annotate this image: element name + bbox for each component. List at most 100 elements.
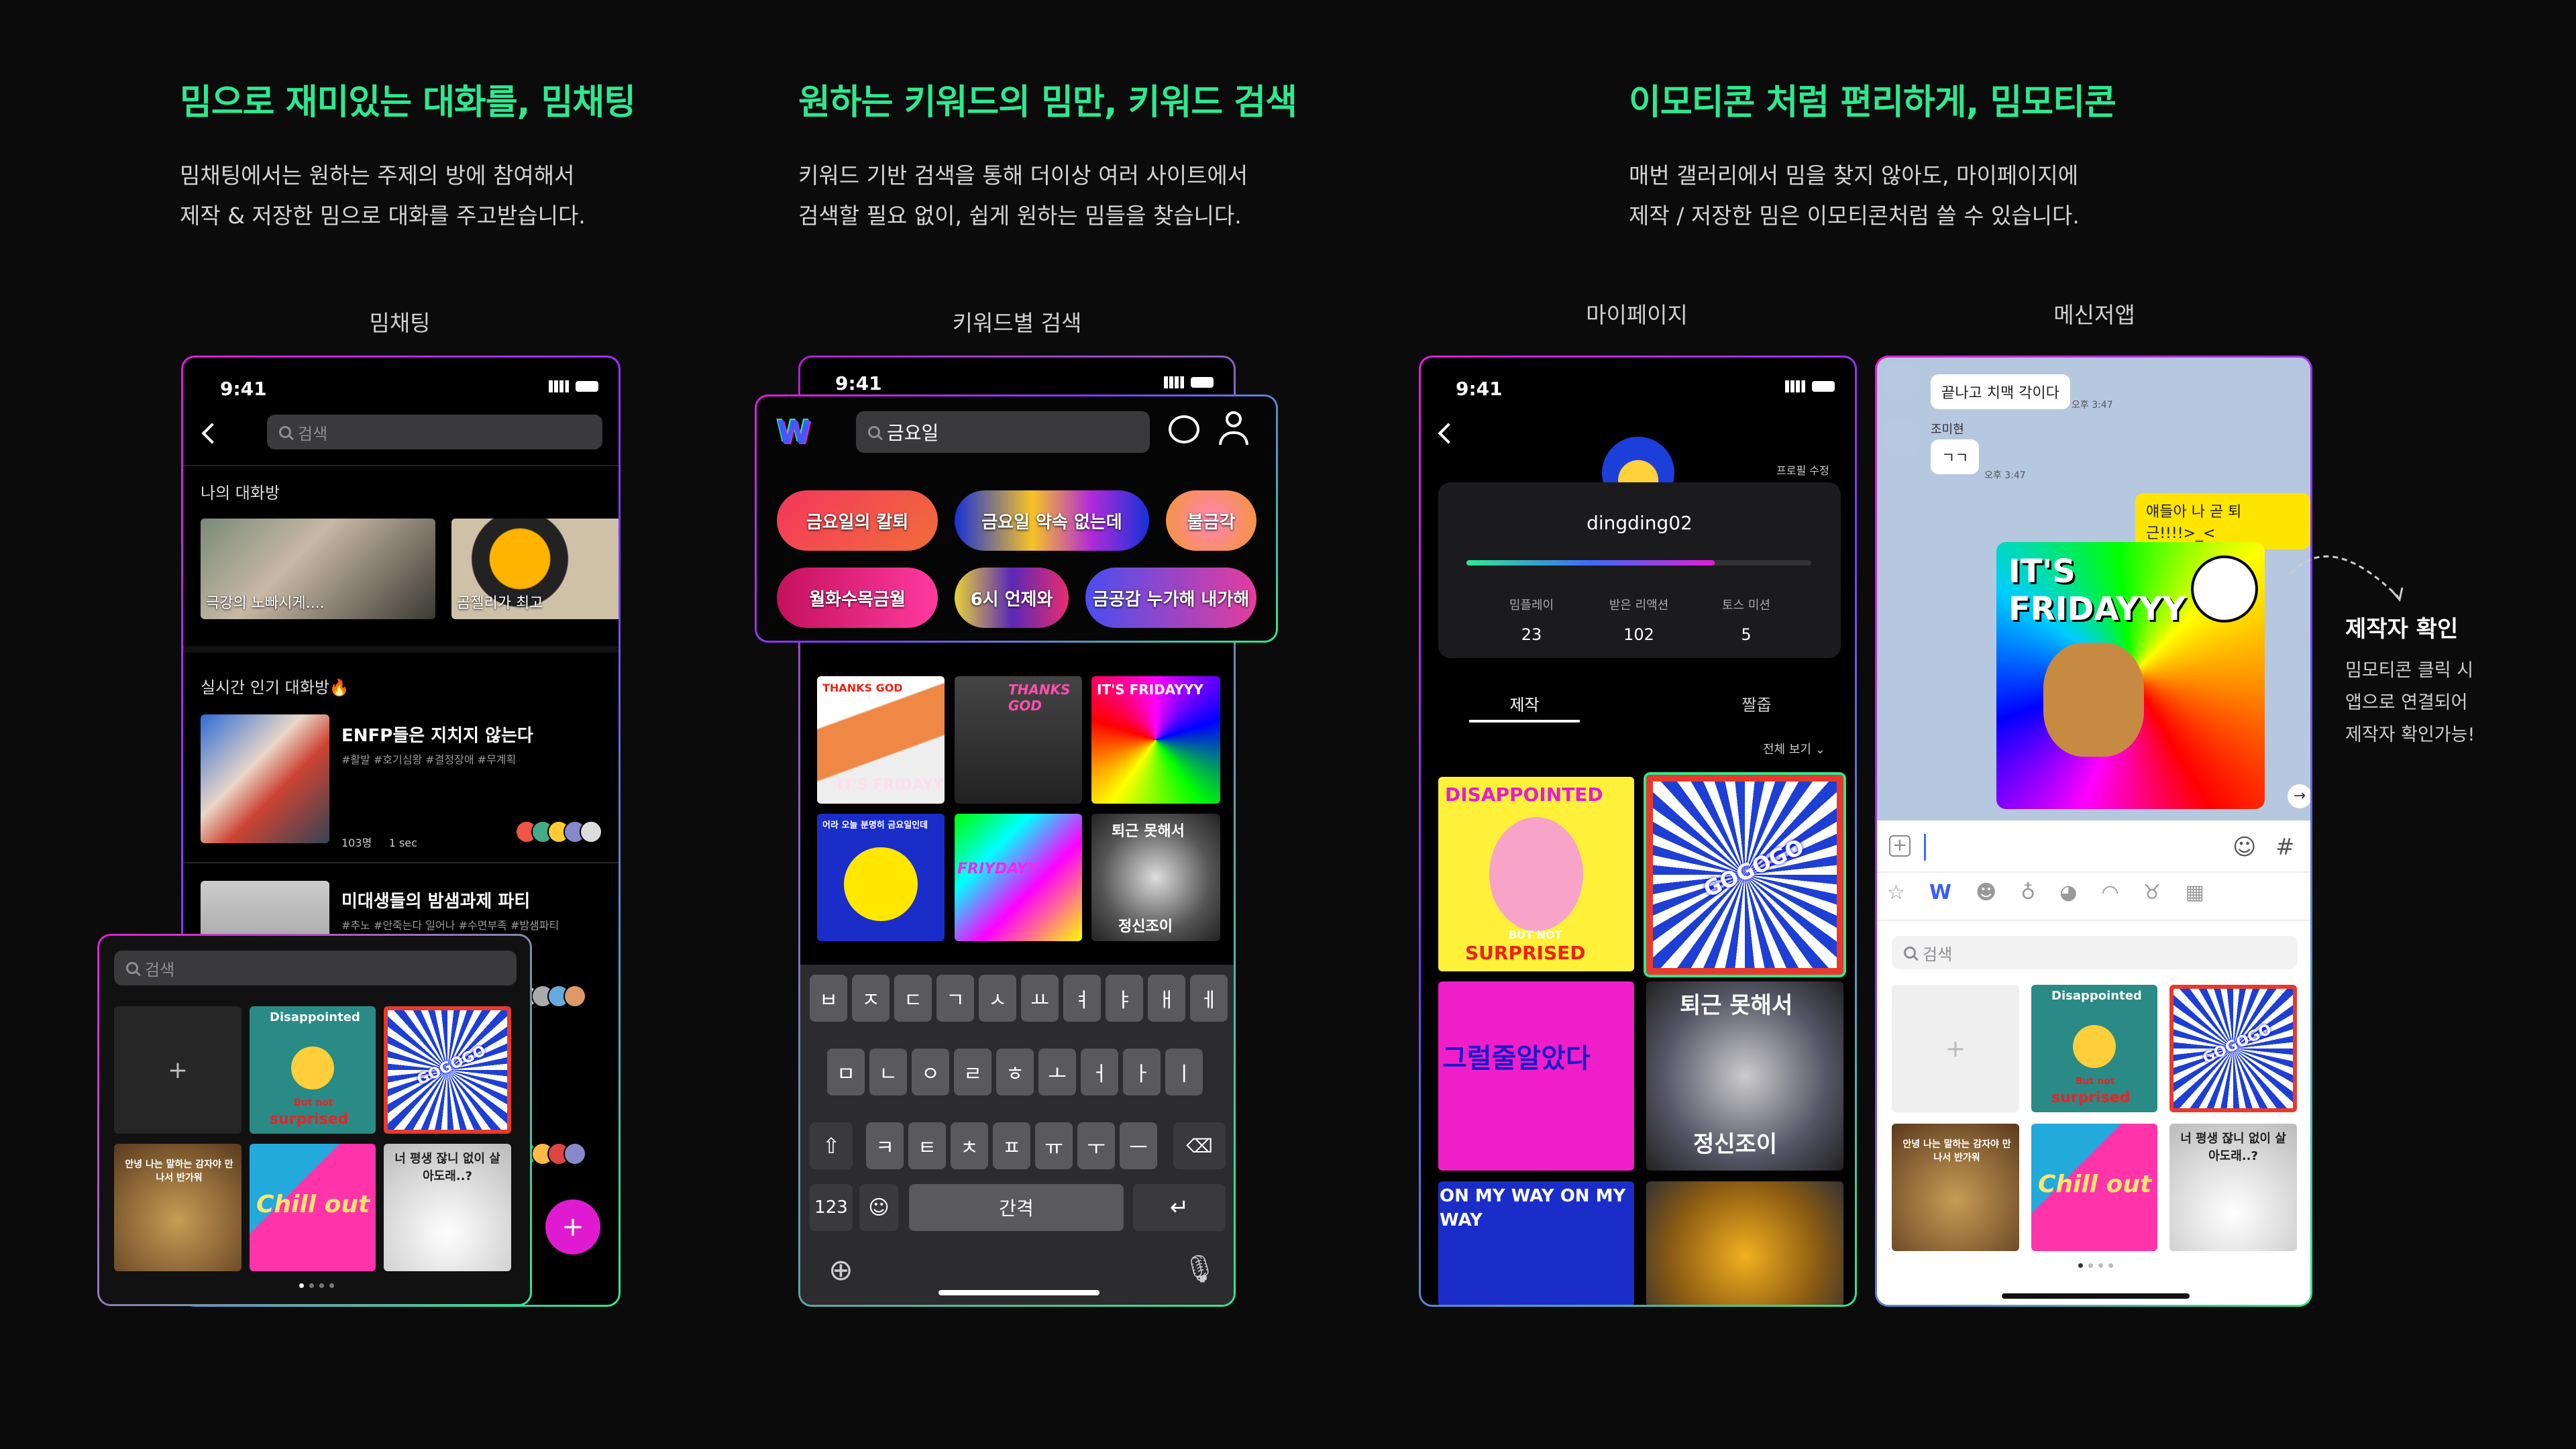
keyboard-key[interactable]: ㄱ bbox=[936, 975, 974, 1022]
space-key[interactable]: 간격 bbox=[909, 1184, 1124, 1231]
stat-value: 102 bbox=[1623, 625, 1654, 644]
meme-tile-selected[interactable]: GOGOGO bbox=[1646, 775, 1843, 975]
keyboard-key[interactable]: ㅡ bbox=[1120, 1122, 1157, 1169]
delete-key[interactable]: ⌫ bbox=[1173, 1122, 1226, 1169]
emoticon-tab-icon[interactable]: ◠ bbox=[2101, 881, 2118, 904]
forward-icon[interactable]: → bbox=[2288, 784, 2310, 808]
keyword-chip[interactable]: 금요일의 칼퇴 bbox=[777, 490, 938, 551]
keyword-chip[interactable]: 금공감 누가해 내가해 bbox=[1085, 568, 1256, 628]
hashtag-icon[interactable]: # bbox=[2275, 834, 2295, 861]
keyboard-key[interactable]: ㅅ bbox=[979, 975, 1016, 1022]
star-icon[interactable]: ☆ bbox=[1887, 881, 1905, 904]
globe-icon[interactable]: ⊕ bbox=[828, 1253, 853, 1287]
keyboard-key[interactable]: ㅇ bbox=[912, 1049, 949, 1095]
keyboard-key[interactable]: ㅎ bbox=[996, 1049, 1034, 1095]
meme-tile[interactable]: THANKS GOD bbox=[955, 676, 1082, 804]
view-all-link[interactable]: 전체 보기 ⌄ bbox=[1763, 740, 1825, 757]
meme-tile[interactable]: Disappointed But not surprised bbox=[250, 1006, 376, 1134]
room-thumb[interactable]: 곰젤리가 최고 bbox=[451, 519, 619, 619]
emoticon-tab-icon[interactable]: ☻ bbox=[1976, 881, 1996, 904]
meme-tile[interactable]: ON MY WAY ON MY WAY bbox=[1438, 1181, 1634, 1305]
emoticon-tab-icon[interactable]: ◕ bbox=[2059, 881, 2077, 904]
meme-tile[interactable]: Chill out bbox=[2031, 1124, 2157, 1251]
text-cursor[interactable] bbox=[1924, 834, 1926, 861]
emoticon-search-input[interactable]: 검색 bbox=[1892, 936, 2298, 969]
meme-tile[interactable]: 안녕 나는 말하는 감자야 만나서 반가워 bbox=[114, 1144, 241, 1271]
meme-tile[interactable]: 너 평생 잖니 없이 살아도래..? bbox=[2169, 1124, 2297, 1251]
keyboard-key[interactable]: ㅂ bbox=[810, 975, 847, 1022]
meme-tile[interactable]: GOGOGO bbox=[2169, 985, 2297, 1112]
return-key[interactable]: ↵ bbox=[1133, 1184, 1226, 1231]
keyword-chip[interactable]: 금요일 약속 없는데 bbox=[955, 490, 1149, 551]
meme-caption: GOGOGO bbox=[414, 1042, 489, 1089]
add-meme-button[interactable]: + bbox=[1892, 985, 2019, 1112]
attach-icon[interactable]: + bbox=[1889, 835, 1911, 857]
tab-collected[interactable]: 짤줍 bbox=[1701, 692, 1812, 715]
emoji-face-icon bbox=[291, 1046, 334, 1089]
keyword-chip[interactable]: 불금각 bbox=[1166, 490, 1256, 551]
back-icon[interactable] bbox=[1438, 423, 1459, 444]
keyboard-key[interactable]: ㅁ bbox=[827, 1049, 865, 1095]
meme-tile[interactable]: FRIYDAYY bbox=[955, 814, 1082, 941]
meme-tile[interactable]: THANKS GOD IT'S FRIDAYY bbox=[817, 676, 945, 804]
meme-tile[interactable]: DISAPPOINTED BUT NOT SURPRISED bbox=[1438, 777, 1634, 971]
keyboard-key[interactable]: ㅋ bbox=[866, 1122, 904, 1169]
keyboard-key[interactable]: ㅜ bbox=[1077, 1122, 1115, 1169]
keyboard-key[interactable]: ㅑ bbox=[1106, 975, 1143, 1022]
emoji-icon[interactable]: ☺ bbox=[2233, 834, 2256, 861]
meme-tile[interactable] bbox=[1646, 1181, 1843, 1305]
keyboard-key[interactable]: ㅠ bbox=[1035, 1122, 1073, 1169]
tab-created[interactable]: 제작 bbox=[1469, 692, 1580, 715]
meme-tile[interactable]: Chill out bbox=[250, 1144, 376, 1271]
keyboard-key[interactable]: ㅣ bbox=[1165, 1049, 1203, 1095]
sticker-caption: IT'S FRIDAYYY bbox=[2008, 553, 2186, 628]
edit-profile-link[interactable]: 프로필 수정 bbox=[1776, 462, 1829, 478]
emoticon-tab-icon[interactable]: ♉ bbox=[2143, 881, 2161, 904]
app-logo-icon[interactable]: W bbox=[1929, 881, 1951, 904]
meme-tile[interactable]: GOGOGO bbox=[384, 1006, 511, 1134]
keyboard-key[interactable]: ㅛ bbox=[1021, 975, 1059, 1022]
meme-caption: But not bbox=[294, 1097, 333, 1108]
meme-tile[interactable]: 퇴근 못해서 정신조이 bbox=[1091, 814, 1220, 941]
microphone-icon[interactable]: 🎙 bbox=[1183, 1253, 1217, 1285]
grid-icon[interactable]: ▦ bbox=[2186, 881, 2204, 904]
keyboard-key[interactable]: ㅕ bbox=[1063, 975, 1101, 1022]
keyboard-key[interactable]: ㅗ bbox=[1038, 1049, 1076, 1095]
keyboard-key[interactable]: ㅌ bbox=[908, 1122, 946, 1169]
meme-tile[interactable]: 그럴줄알았다 bbox=[1438, 981, 1634, 1171]
search-input[interactable]: 검색 bbox=[267, 415, 602, 449]
section-desc: 매번 갤러리에서 밈을 찾지 않아도, 마이페이지에 제작 / 저장한 밈은 이모… bbox=[1629, 156, 2116, 236]
keyboard-key[interactable]: ㅔ bbox=[1190, 975, 1228, 1022]
shift-key[interactable]: ⇧ bbox=[810, 1122, 853, 1169]
sticker-message[interactable]: IT'S FRIDAYYY bbox=[1996, 542, 2265, 809]
keyword-chip[interactable]: 월화수목금월 bbox=[777, 568, 938, 628]
picker-search-input[interactable]: 검색 bbox=[114, 951, 517, 985]
meme-tile[interactable]: Disappointed But not surprised bbox=[2031, 985, 2157, 1112]
keyboard-key[interactable]: ㄷ bbox=[894, 975, 932, 1022]
meme-tile[interactable]: IT'S FRIDAYYY bbox=[1091, 676, 1220, 804]
meme-tile[interactable]: 너 평생 잖니 없이 살아도래..? bbox=[384, 1144, 511, 1271]
meme-tile[interactable]: 안녕 나는 말하는 감자야 만나서 반가워 bbox=[1892, 1124, 2019, 1251]
keyboard-key[interactable]: ㅍ bbox=[993, 1122, 1030, 1169]
keyboard-key[interactable]: ㅏ bbox=[1123, 1049, 1161, 1095]
number-key[interactable]: 123 bbox=[810, 1184, 853, 1231]
keyboard-key[interactable]: ㄴ bbox=[869, 1049, 907, 1095]
new-room-button[interactable]: + bbox=[545, 1199, 600, 1254]
keyboard-key[interactable]: ㅊ bbox=[951, 1122, 988, 1169]
keyboard-key[interactable]: ㅓ bbox=[1081, 1049, 1118, 1095]
add-meme-button[interactable]: + bbox=[114, 1006, 241, 1134]
emoticon-tab-icon[interactable]: ♁ bbox=[2021, 881, 2035, 904]
keyboard-key[interactable]: ㄹ bbox=[954, 1049, 991, 1095]
keyboard-key[interactable]: ㅈ bbox=[852, 975, 890, 1022]
keyword-chip[interactable]: 6시 언제와 bbox=[955, 568, 1069, 628]
meme-tile[interactable]: 퇴근 못해서 정신조이 bbox=[1646, 981, 1843, 1171]
profile-icon[interactable] bbox=[1217, 411, 1250, 449]
keyword-search-input[interactable]: 금요일 bbox=[856, 411, 1150, 453]
chat-icon[interactable] bbox=[1169, 415, 1199, 443]
meme-tile[interactable]: 어라 오늘 분명히 금요일인데 bbox=[817, 814, 945, 941]
back-icon[interactable] bbox=[201, 423, 223, 444]
room-thumb[interactable]: 극강의 노빠시게.... bbox=[201, 519, 435, 619]
hot-room-thumb[interactable] bbox=[201, 714, 329, 843]
emoji-key[interactable]: ☺ bbox=[859, 1184, 898, 1231]
keyboard-key[interactable]: ㅐ bbox=[1148, 975, 1185, 1022]
